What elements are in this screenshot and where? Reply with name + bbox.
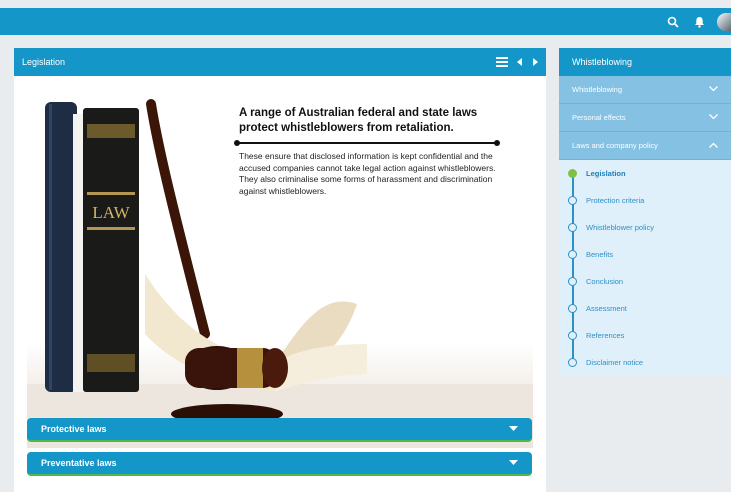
- bell-icon[interactable]: [691, 14, 707, 30]
- accordion-label: Preventative laws: [41, 458, 117, 468]
- avatar[interactable]: [717, 12, 731, 31]
- page-title: Legislation: [22, 57, 66, 67]
- sidebar-item-label: Conclusion: [586, 277, 624, 286]
- sidebar-item-whistleblower-policy[interactable]: Whistleblower policy: [559, 214, 731, 241]
- chevron-down-icon: [509, 424, 518, 434]
- hero-heading: A range of Australian federal and state …: [239, 107, 478, 134]
- content-header: Legislation: [14, 48, 546, 76]
- sidebar-item-label: References: [586, 331, 625, 340]
- progress-node-icon: [568, 304, 577, 313]
- hero-image: LAW A range of Australian federal and st…: [27, 94, 533, 448]
- progress-node-icon: [568, 169, 577, 178]
- sidebar-item-label: Disclaimer notice: [586, 358, 644, 367]
- heading-divider: [234, 138, 500, 148]
- sidebar-item-protection-criteria[interactable]: Protection criteria: [559, 187, 731, 214]
- accordion-label: Protective laws: [41, 424, 107, 434]
- top-icons: [665, 8, 731, 35]
- progress-node-icon: [568, 196, 577, 205]
- sidebar-item-label: Legislation: [586, 169, 626, 178]
- progress-node-icon: [568, 358, 577, 367]
- sidebar-section-whistleblowing[interactable]: Whistleblowing: [559, 76, 731, 104]
- sidebar-item-conclusion[interactable]: Conclusion: [559, 268, 731, 295]
- chevron-down-icon: [709, 113, 718, 122]
- sidebar-item-benefits[interactable]: Benefits: [559, 241, 731, 268]
- accordion-protective-laws[interactable]: Protective laws: [27, 418, 532, 442]
- next-arrow-icon[interactable]: [532, 58, 538, 66]
- sidebar-item-legislation[interactable]: Legislation: [559, 160, 731, 187]
- sidebar-item-label: Whistleblower policy: [586, 223, 654, 232]
- sidebar-item-label: Assessment: [586, 304, 627, 313]
- progress-node-icon: [568, 277, 577, 286]
- chevron-up-icon: [709, 141, 718, 150]
- prev-arrow-icon[interactable]: [517, 58, 523, 66]
- search-icon[interactable]: [665, 14, 681, 30]
- menu-icon[interactable]: [496, 57, 508, 67]
- sidebar: Whistleblowing Whistleblowing Personal e…: [559, 48, 731, 376]
- progress-node-icon: [568, 331, 577, 340]
- section-label: Personal effects: [572, 113, 626, 122]
- sidebar-item-label: Protection criteria: [586, 196, 645, 205]
- sidebar-section-laws-and-company-policy[interactable]: Laws and company policy: [559, 132, 731, 160]
- accordion-preventative-laws[interactable]: Preventative laws: [27, 452, 532, 476]
- sidebar-item-disclaimer-notice[interactable]: Disclaimer notice: [559, 349, 731, 376]
- sidebar-section-personal-effects[interactable]: Personal effects: [559, 104, 731, 132]
- sidebar-item-list: Legislation Protection criteria Whistleb…: [559, 160, 731, 376]
- book-spine-text: LAW: [92, 203, 130, 222]
- chevron-down-icon: [709, 85, 718, 94]
- content-panel: Legislation LAW A range of Australian fe…: [14, 48, 546, 492]
- sidebar-item-references[interactable]: References: [559, 322, 731, 349]
- sidebar-title: Whistleblowing: [559, 48, 731, 76]
- top-bar: [0, 8, 731, 35]
- hero-body-text: These ensure that disclosed information …: [239, 151, 496, 196]
- section-label: Whistleblowing: [572, 85, 623, 94]
- sidebar-item-label: Benefits: [586, 250, 614, 259]
- chevron-down-icon: [509, 458, 518, 468]
- progress-node-icon: [568, 223, 577, 232]
- section-label: Laws and company policy: [572, 141, 658, 150]
- sidebar-item-assessment[interactable]: Assessment: [559, 295, 731, 322]
- progress-node-icon: [568, 250, 577, 259]
